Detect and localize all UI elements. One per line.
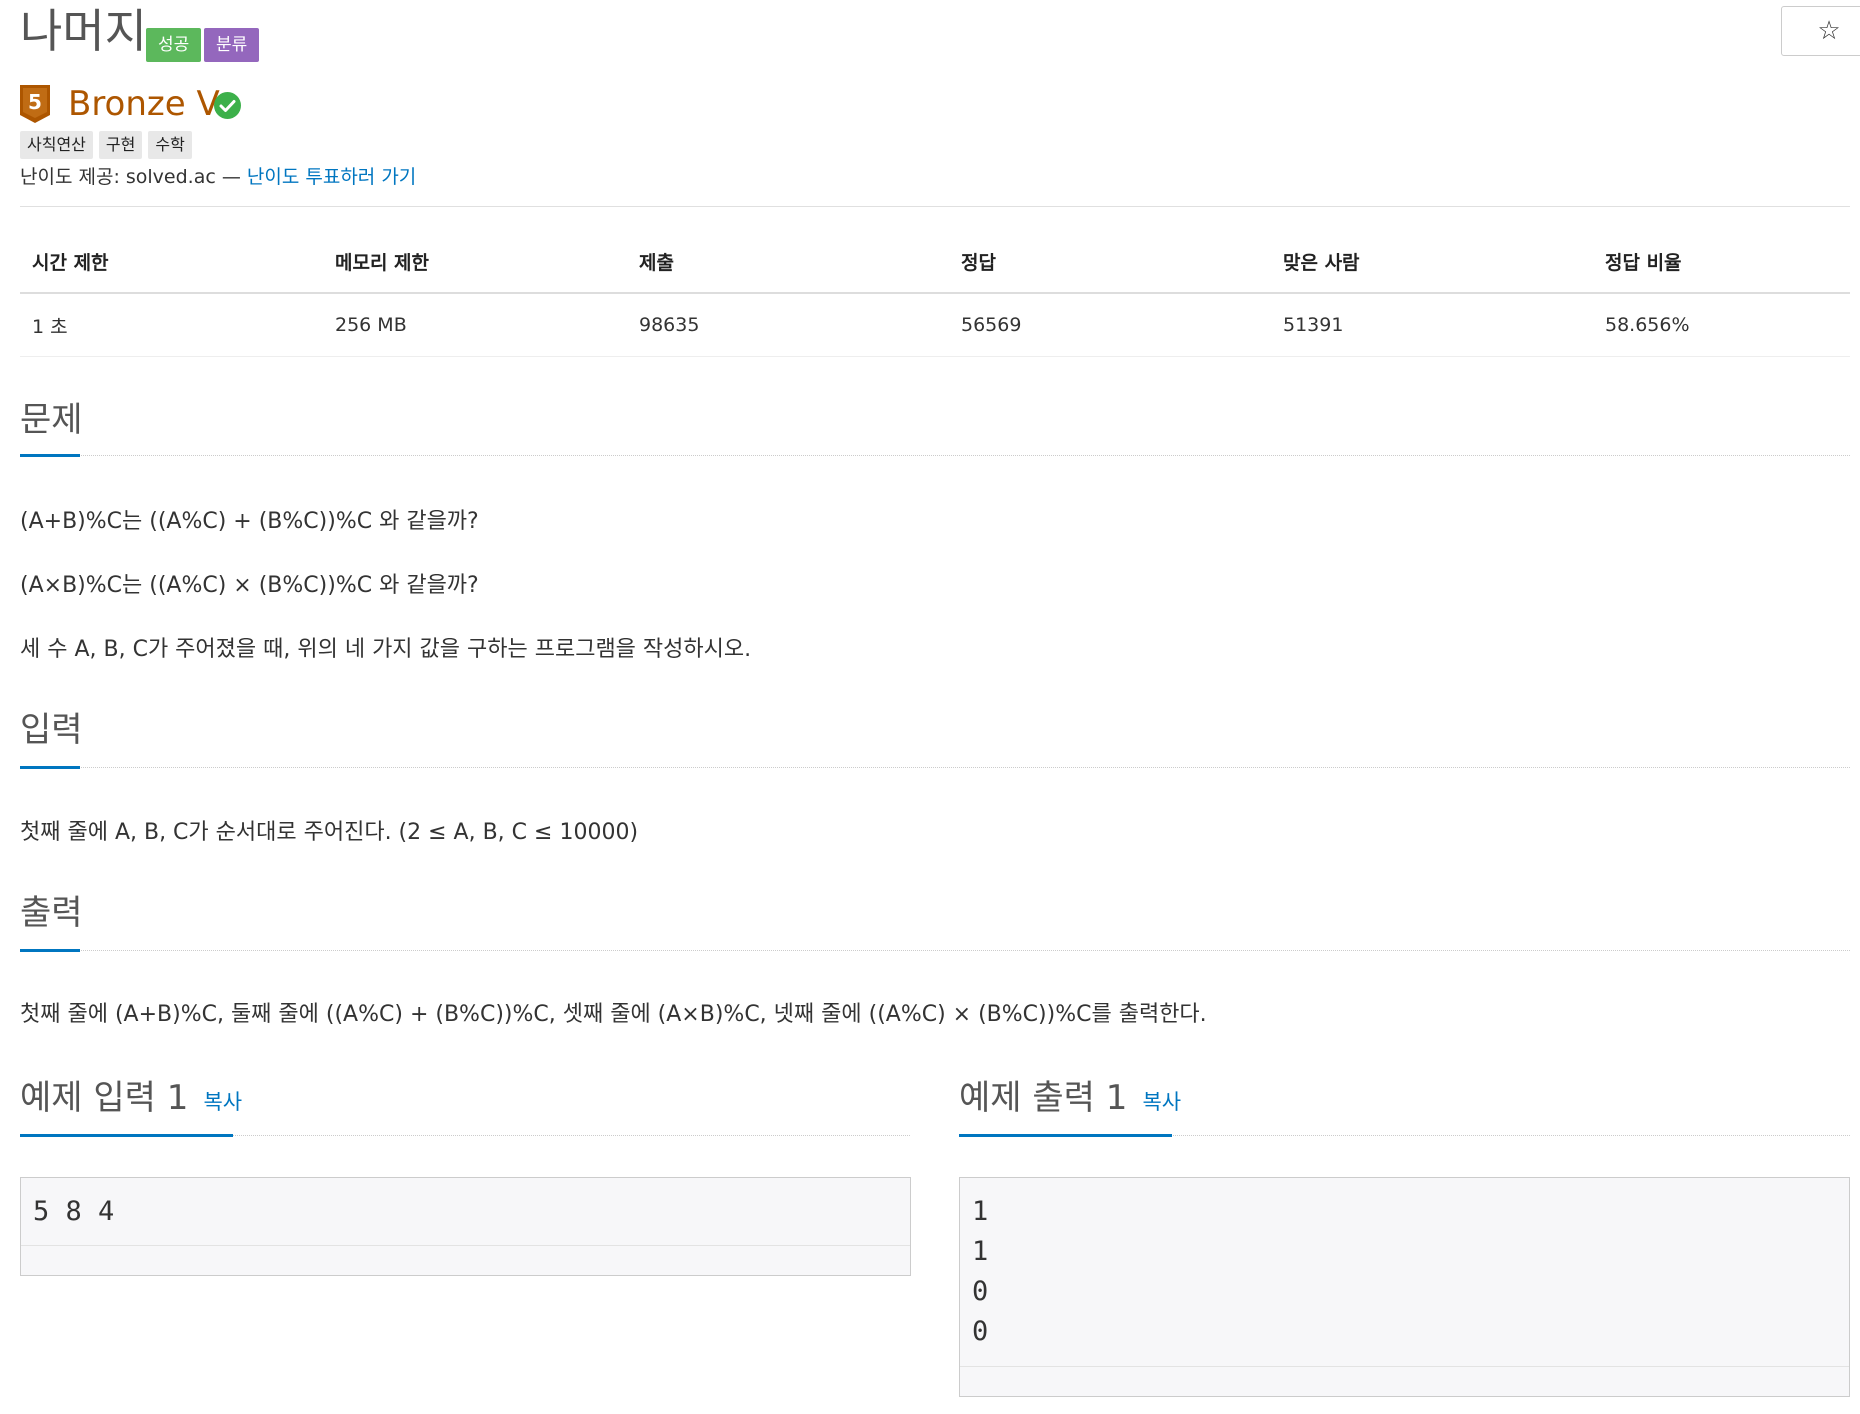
result-label-success[interactable]: 성공 bbox=[146, 28, 202, 62]
value-accept-ratio: 58.656% bbox=[1593, 293, 1850, 357]
problem-title: 나머지 bbox=[20, 4, 147, 58]
info-header-row: 시간 제한 메모리 제한 제출 정답 맞은 사람 정답 비율 bbox=[20, 230, 1850, 294]
header-accepted: 정답 bbox=[949, 230, 1271, 294]
sample-output-box[interactable]: 1 1 0 0 bbox=[959, 1177, 1850, 1397]
section-divider bbox=[20, 950, 1850, 951]
sample-output-header: 예제 출력 1 복사 bbox=[959, 1076, 1181, 1120]
header-solved-users: 맞은 사람 bbox=[1271, 230, 1593, 294]
tag-implementation[interactable]: 구현 bbox=[98, 131, 143, 159]
input-description: 첫째 줄에 A, B, C가 순서대로 주어진다. (2 ≤ A, B, C ≤… bbox=[20, 820, 639, 845]
difficulty-provider: 난이도 제공: solved.ac — 난이도 투표하러 가기 bbox=[20, 163, 416, 191]
value-time-limit: 1 초 bbox=[20, 293, 323, 357]
section-underline bbox=[959, 1134, 1172, 1137]
problem-text-line-1: (A+B)%C는 ((A%C) + (B%C))%C 와 같을까? bbox=[20, 509, 479, 534]
provider-text: 난이도 제공: solved.ac — bbox=[20, 166, 247, 188]
divider bbox=[20, 206, 1850, 207]
tier-name[interactable]: Bronze V bbox=[68, 80, 220, 128]
section-underline bbox=[20, 1134, 233, 1137]
label-classified[interactable]: 분류 bbox=[204, 28, 260, 62]
difficulty-vote-link[interactable]: 난이도 투표하러 가기 bbox=[247, 166, 416, 188]
header-memory-limit: 메모리 제한 bbox=[323, 230, 627, 294]
sample-output-title: 예제 출력 1 bbox=[959, 1078, 1128, 1118]
problem-info-table: 시간 제한 메모리 제한 제출 정답 맞은 사람 정답 비율 1 초 256 M… bbox=[20, 230, 1850, 357]
tag-arithmetic[interactable]: 사칙연산 bbox=[20, 131, 93, 159]
header-time-limit: 시간 제한 bbox=[20, 230, 323, 294]
sample-input-header: 예제 입력 1 복사 bbox=[20, 1076, 242, 1120]
info-value-row: 1 초 256 MB 98635 56569 51391 58.656% bbox=[20, 293, 1850, 357]
tier-badge-number: 5 bbox=[28, 90, 42, 114]
sample-output-content: 1 1 0 0 bbox=[972, 1196, 989, 1347]
header-submissions: 제출 bbox=[627, 230, 949, 294]
value-accepted[interactable]: 56569 bbox=[949, 293, 1271, 357]
sample-box-footer bbox=[21, 1245, 910, 1275]
section-title-output: 출력 bbox=[20, 893, 83, 933]
sample-output-copy-button[interactable]: 복사 bbox=[1142, 1090, 1181, 1114]
section-title-input: 입력 bbox=[20, 710, 83, 750]
value-memory-limit: 256 MB bbox=[323, 293, 627, 357]
section-divider bbox=[20, 455, 1850, 456]
bronze-tier-icon: 5 bbox=[20, 85, 50, 123]
solved-check-icon bbox=[214, 92, 241, 119]
section-divider bbox=[20, 767, 1850, 768]
tag-math[interactable]: 수학 bbox=[148, 131, 192, 159]
sample-input-title: 예제 입력 1 bbox=[20, 1078, 189, 1118]
section-underline bbox=[20, 949, 80, 952]
star-icon: ☆ bbox=[1817, 16, 1841, 46]
sample-input-box[interactable]: 5 8 4 bbox=[20, 1177, 911, 1276]
section-underline bbox=[20, 766, 80, 769]
problem-text-line-2: (A×B)%C는 ((A%C) × (B%C))%C 와 같을까? bbox=[20, 573, 479, 598]
favorite-star-button[interactable]: ☆ bbox=[1781, 6, 1860, 56]
section-underline bbox=[20, 454, 80, 457]
problem-text-line-3: 세 수 A, B, C가 주어졌을 때, 위의 네 가지 값을 구하는 프로그램… bbox=[20, 637, 752, 662]
tag-list: 사칙연산 구현 수학 bbox=[20, 131, 192, 159]
value-solved-users[interactable]: 51391 bbox=[1271, 293, 1593, 357]
header-accept-ratio: 정답 비율 bbox=[1593, 230, 1850, 294]
output-description: 첫째 줄에 (A+B)%C, 둘째 줄에 ((A%C) + (B%C))%C, … bbox=[20, 1002, 1207, 1027]
value-submissions[interactable]: 98635 bbox=[627, 293, 949, 357]
section-title-problem: 문제 bbox=[20, 400, 83, 440]
sample-box-footer bbox=[960, 1366, 1849, 1396]
sample-input-copy-button[interactable]: 복사 bbox=[203, 1090, 242, 1114]
sample-input-content: 5 8 4 bbox=[33, 1196, 115, 1227]
problem-page: 나머지 성공 분류 ☆ 5 Bronze V 사칙연산 구현 수학 난이도 제공… bbox=[0, 0, 1860, 1414]
